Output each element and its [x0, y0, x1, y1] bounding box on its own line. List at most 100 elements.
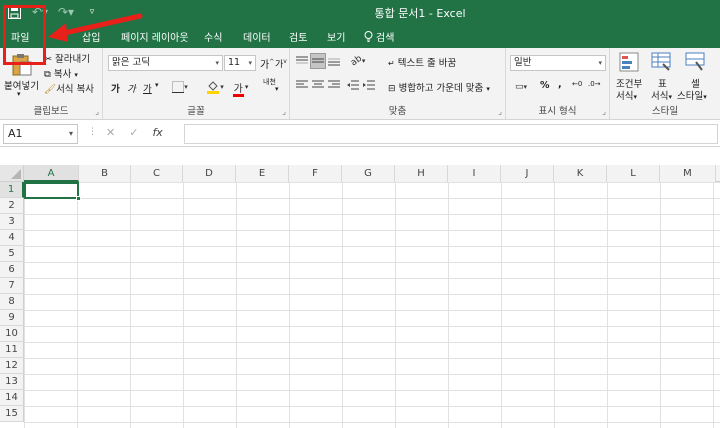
orientation-icon[interactable]: ab ▾ — [346, 53, 370, 69]
column-header[interactable]: C — [131, 165, 183, 182]
borders-icon[interactable]: ▾ — [169, 80, 191, 94]
bold-button[interactable]: 가 — [111, 81, 120, 95]
cell-styles-icon[interactable] — [684, 51, 706, 73]
brush-icon: 🖌 — [44, 84, 57, 95]
italic-button[interactable]: 가 — [127, 81, 136, 95]
column-header[interactable]: E — [236, 165, 289, 182]
font-group: 맑은 고딕 ▾ 11 ▾ 가^ 가v 가 가 가 ▾ ▾ ▾ 가 ▾ 내천 ▾ 글꼴 … — [103, 48, 290, 120]
column-header[interactable]: J — [501, 165, 554, 182]
font-color-icon[interactable]: 가 ▾ — [229, 79, 253, 97]
alignment-group-label: 맞춤 — [388, 106, 407, 117]
phonetic-dropdown-icon[interactable]: ▾ — [275, 85, 279, 93]
accounting-format-icon[interactable]: ▭ ▾ — [510, 79, 532, 95]
chevron-down-icon: ▾ — [248, 59, 252, 67]
column-header[interactable]: F — [289, 165, 342, 182]
conditional-formatting-label-2[interactable]: 서식▾ — [616, 88, 637, 102]
row-header[interactable]: 8 — [0, 294, 24, 310]
row-header[interactable]: 9 — [0, 310, 24, 326]
shrink-font-button[interactable]: 가v — [275, 57, 287, 70]
active-cell-a1[interactable] — [24, 182, 79, 199]
cell-grid[interactable] — [24, 182, 720, 428]
tab-search[interactable]: 검색 — [364, 29, 394, 44]
row-header[interactable]: 11 — [0, 342, 24, 358]
column-header[interactable]: B — [79, 165, 131, 182]
underline-button[interactable]: 가 — [143, 81, 152, 95]
row-header[interactable]: 3 — [0, 214, 24, 230]
format-as-table-icon[interactable] — [650, 51, 672, 73]
formula-bar: A1 ▾ ⋮ ✕ ✓ fx — [0, 121, 720, 147]
align-top-icon[interactable] — [295, 54, 309, 68]
column-header[interactable]: A — [24, 165, 79, 182]
fill-color-icon[interactable]: ▾ — [203, 79, 227, 95]
row-header[interactable]: 5 — [0, 246, 24, 262]
formula-bar-grip-icon[interactable]: ⋮ — [88, 127, 97, 137]
number-format-select[interactable]: 일반 ▾ — [510, 55, 606, 71]
align-bottom-icon[interactable] — [327, 54, 341, 68]
row-header[interactable]: 13 — [0, 374, 24, 390]
row-header[interactable]: 6 — [0, 262, 24, 278]
align-middle-icon[interactable] — [310, 53, 326, 69]
increase-decimal-icon[interactable]: ←0 — [572, 80, 582, 88]
enter-icon[interactable]: ✓ — [129, 126, 138, 139]
name-box[interactable]: A1 ▾ — [3, 124, 78, 144]
wrap-text-icon: ↵ — [388, 59, 395, 68]
select-all-button[interactable] — [0, 165, 24, 182]
font-size-select[interactable]: 11 ▾ — [224, 55, 256, 71]
cell-styles-label-2[interactable]: 스타일▾ — [677, 88, 707, 102]
align-left-icon[interactable] — [295, 78, 309, 92]
decrease-decimal-icon[interactable]: .0→ — [588, 80, 601, 88]
percent-button[interactable]: % — [540, 80, 550, 91]
lightbulb-icon — [364, 31, 373, 42]
underline-dropdown-icon[interactable]: ▾ — [155, 81, 159, 89]
alignment-launcher-icon[interactable]: ⌟ — [498, 107, 502, 116]
column-header[interactable]: I — [448, 165, 501, 182]
styles-group: 조건부 서식▾ 표 서식▾ 셀 스타일▾ 스타일 — [610, 48, 720, 120]
copy-button[interactable]: ⧉ 복사 ▾ — [44, 66, 78, 80]
row-header[interactable]: 14 — [0, 390, 24, 406]
conditional-formatting-icon[interactable] — [618, 51, 640, 73]
row-header[interactable]: 7 — [0, 278, 24, 294]
wrap-text-button[interactable]: ↵ 텍스트 줄 바꿈 — [388, 55, 456, 69]
grow-font-button[interactable]: 가^ — [260, 56, 274, 71]
row-header[interactable]: 2 — [0, 198, 24, 214]
paste-button[interactable]: 붙여넣기 — [4, 78, 39, 92]
increase-indent-icon[interactable] — [362, 78, 376, 92]
column-header[interactable]: K — [554, 165, 607, 182]
formula-input[interactable] — [184, 124, 718, 144]
copy-label: 복사 — [53, 69, 72, 80]
clipboard-launcher-icon[interactable]: ⌟ — [95, 107, 99, 116]
row-header[interactable]: 12 — [0, 358, 24, 374]
font-size-value: 11 — [228, 57, 241, 68]
fill-handle[interactable] — [76, 196, 81, 201]
cancel-icon[interactable]: ✕ — [106, 126, 115, 139]
align-center-icon[interactable] — [311, 78, 325, 92]
font-launcher-icon[interactable]: ⌟ — [282, 107, 286, 116]
font-name-select[interactable]: 맑은 고딕 ▾ — [108, 55, 223, 71]
column-header[interactable]: M — [660, 165, 716, 182]
tab-data[interactable]: 데이터 — [243, 29, 271, 44]
row-header[interactable]: 4 — [0, 230, 24, 246]
column-header[interactable]: H — [395, 165, 448, 182]
column-header[interactable]: L — [607, 165, 660, 182]
row-header[interactable]: 15 — [0, 406, 24, 422]
paste-dropdown-icon[interactable]: ▾ — [17, 90, 21, 98]
row-header[interactable]: 10 — [0, 326, 24, 342]
comma-button[interactable]: , — [558, 79, 562, 90]
column-header[interactable]: D — [183, 165, 236, 182]
tab-view[interactable]: 보기 — [327, 29, 345, 44]
merge-center-button[interactable]: ⊟ 병합하고 가운데 맞춤 ▾ — [388, 80, 490, 94]
number-launcher-icon[interactable]: ⌟ — [602, 107, 606, 116]
decrease-indent-icon[interactable] — [346, 78, 360, 92]
cut-button[interactable]: ✂ 잘라내기 — [44, 51, 90, 65]
format-as-table-label-2[interactable]: 서식▾ — [651, 88, 672, 102]
column-header[interactable]: G — [342, 165, 395, 182]
tab-formulas[interactable]: 수식 — [204, 29, 222, 44]
styles-group-label: 스타일 — [651, 106, 679, 117]
number-group: 일반 ▾ ▭ ▾ % , ←0 .0→ 표시 형식 ⌟ — [506, 48, 610, 120]
align-right-icon[interactable] — [327, 78, 341, 92]
insert-function-icon[interactable]: fx — [152, 126, 162, 139]
format-painter-button[interactable]: 🖌서식 복사 — [44, 81, 94, 95]
row-header[interactable]: 1 — [0, 182, 24, 198]
tab-review[interactable]: 검토 — [289, 29, 307, 44]
phonetic-button[interactable]: 내천 — [263, 78, 276, 86]
